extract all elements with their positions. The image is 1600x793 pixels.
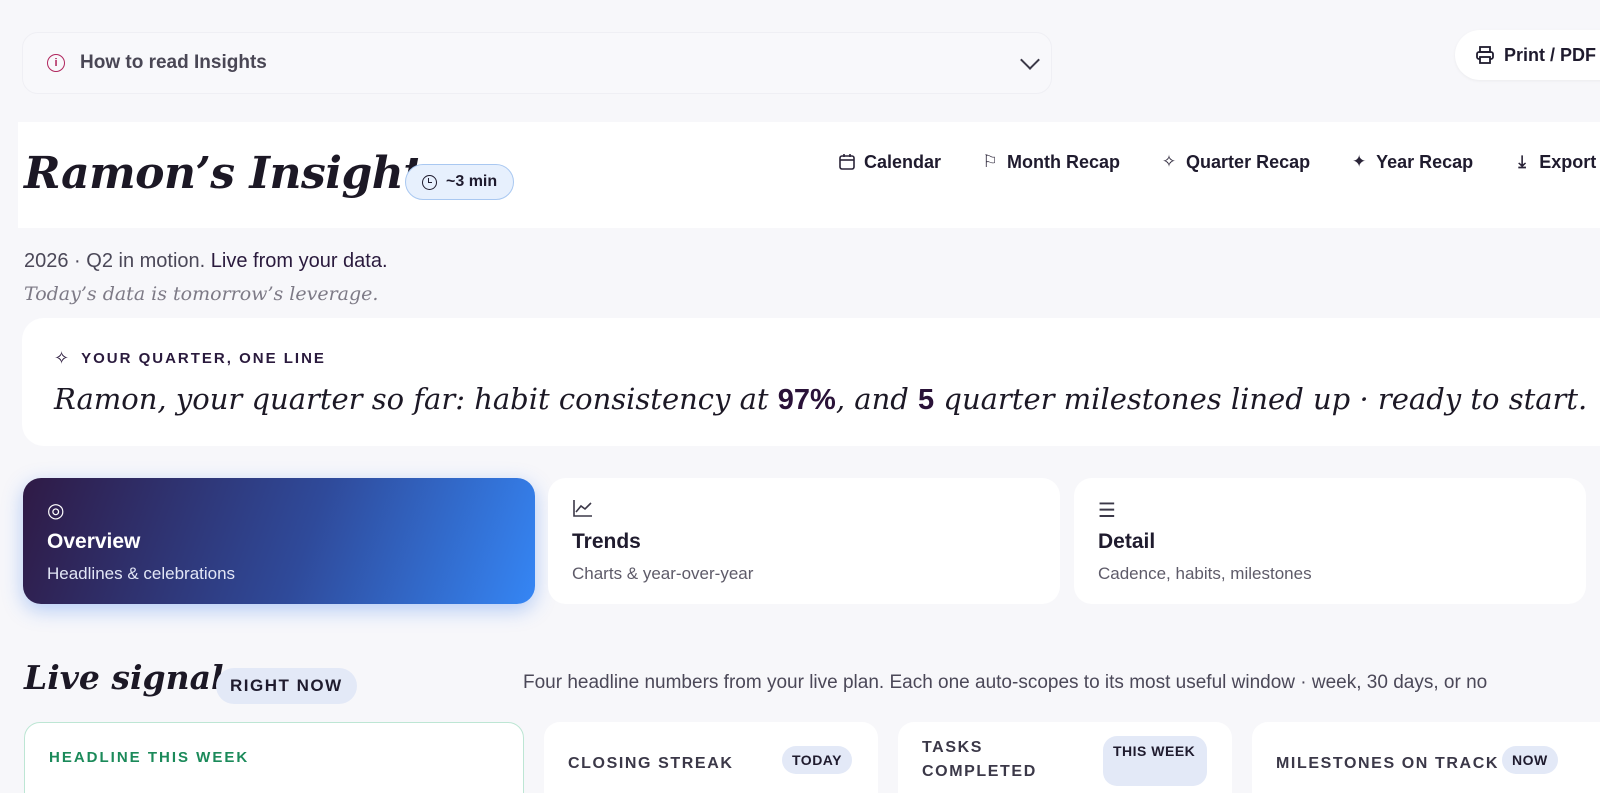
read-time-badge: ~3 min	[405, 164, 515, 200]
tab-detail[interactable]: ☰ Detail Cadence, habits, milestones	[1074, 478, 1586, 604]
header-nav: Calendar ⚐ Month Recap ✧ Quarter Recap ✦…	[818, 146, 1600, 178]
tab-trends-name: Trends	[572, 530, 641, 553]
year-recap-label: Year Recap	[1376, 151, 1474, 172]
signal-title: MILESTONES ON TRACK	[1276, 755, 1500, 772]
summary-pre: Ramon, your quarter so far: habit consis…	[54, 382, 778, 416]
live-signals-title: Live signals	[24, 658, 243, 697]
tab-detail-name: Detail	[1098, 530, 1156, 553]
tab-overview-desc: Headlines & celebrations	[47, 564, 236, 583]
year-recap-button[interactable]: ✦ Year Recap	[1330, 146, 1493, 178]
period-text: 2026 · Q2 in motion.	[24, 250, 206, 272]
print-pdf-button[interactable]: Print / PDF	[1455, 30, 1600, 80]
month-recap-label: Month Recap	[1007, 151, 1121, 172]
star-icon: ✦	[1351, 152, 1367, 171]
quarter-kicker: ✧ YOUR QUARTER, ONE LINE	[54, 348, 326, 369]
signal-title: CLOSING STREAK	[568, 755, 734, 772]
tab-detail-desc: Cadence, habits, milestones	[1098, 564, 1312, 583]
tab-overview[interactable]: ◎ Overview Headlines & celebrations	[23, 478, 535, 604]
clock-icon	[422, 174, 437, 190]
print-pdf-label: Print / PDF	[1504, 44, 1597, 65]
page-title: Ramon’s Insights	[24, 148, 448, 199]
sparkle-icon: ✧	[54, 348, 72, 368]
target-icon: ◎	[47, 500, 65, 522]
sparkle-icon: ✧	[1161, 152, 1177, 171]
tab-trends[interactable]: Trends Charts & year-over-year	[548, 478, 1060, 604]
summary-mid: , and	[835, 382, 919, 416]
scope-badge: TODAY	[782, 746, 852, 774]
page-header: Ramon’s Insights ~3 min Calendar ⚐ Month…	[18, 122, 1600, 228]
right-now-badge: RIGHT NOW	[216, 668, 357, 704]
tab-trends-desc: Charts & year-over-year	[572, 564, 754, 583]
calendar-label: Calendar	[864, 151, 942, 172]
how-to-read-label: How to read Insights	[80, 52, 267, 73]
signal-card-closing-streak[interactable]: CLOSING STREAK TODAY	[544, 722, 878, 793]
tagline: Today’s data is tomorrow’s leverage.	[24, 283, 379, 305]
signal-title: HEADLINE THIS WEEK	[49, 749, 250, 766]
quarter-kicker-label: YOUR QUARTER, ONE LINE	[81, 350, 326, 367]
export-button[interactable]: ⤓ Export	[1493, 146, 1600, 178]
read-time-label: ~3 min	[446, 173, 498, 190]
printer-icon	[1476, 46, 1494, 64]
quarter-recap-label: Quarter Recap	[1186, 151, 1311, 172]
calendar-button[interactable]: Calendar	[818, 146, 961, 178]
consistency-value: 97%	[777, 384, 836, 416]
scope-badge: THIS WEEK	[1103, 736, 1207, 786]
signal-card-headline[interactable]: HEADLINE THIS WEEK	[24, 722, 524, 793]
chevron-down-icon[interactable]	[1020, 50, 1040, 70]
quarter-recap-button[interactable]: ✧ Quarter Recap	[1140, 146, 1330, 178]
calendar-icon	[839, 154, 855, 170]
quarter-summary-card: ✧ YOUR QUARTER, ONE LINE Ramon, your qua…	[22, 318, 1600, 446]
month-recap-button[interactable]: ⚐ Month Recap	[961, 146, 1140, 178]
signal-card-tasks-completed[interactable]: TASKS COMPLETED THIS WEEK	[898, 722, 1232, 793]
signal-title: TASKS COMPLETED	[922, 739, 1037, 780]
how-to-read-accordion[interactable]: i How to read Insights	[22, 32, 1052, 94]
period-subline: 2026 · Q2 in motion. Live from your data…	[24, 250, 388, 273]
list-icon: ☰	[1098, 500, 1116, 522]
quarter-summary-line: Ramon, your quarter so far: habit consis…	[54, 382, 1587, 417]
download-icon: ⤓	[1518, 152, 1526, 171]
info-icon: i	[47, 54, 65, 72]
trend-chart-icon	[572, 498, 1036, 524]
milestones-value: 5	[918, 384, 935, 416]
signal-card-milestones[interactable]: MILESTONES ON TRACK NOW	[1252, 722, 1600, 793]
summary-post: quarter milestones lined up · ready to s…	[934, 382, 1588, 416]
scope-badge: NOW	[1502, 746, 1558, 774]
live-data-text: Live from your data.	[210, 250, 388, 272]
tab-overview-name: Overview	[47, 530, 141, 553]
party-popper-icon: ⚐	[982, 152, 998, 171]
live-signals-desc: Four headline numbers from your live pla…	[523, 672, 1488, 693]
export-label: Export	[1539, 151, 1597, 172]
